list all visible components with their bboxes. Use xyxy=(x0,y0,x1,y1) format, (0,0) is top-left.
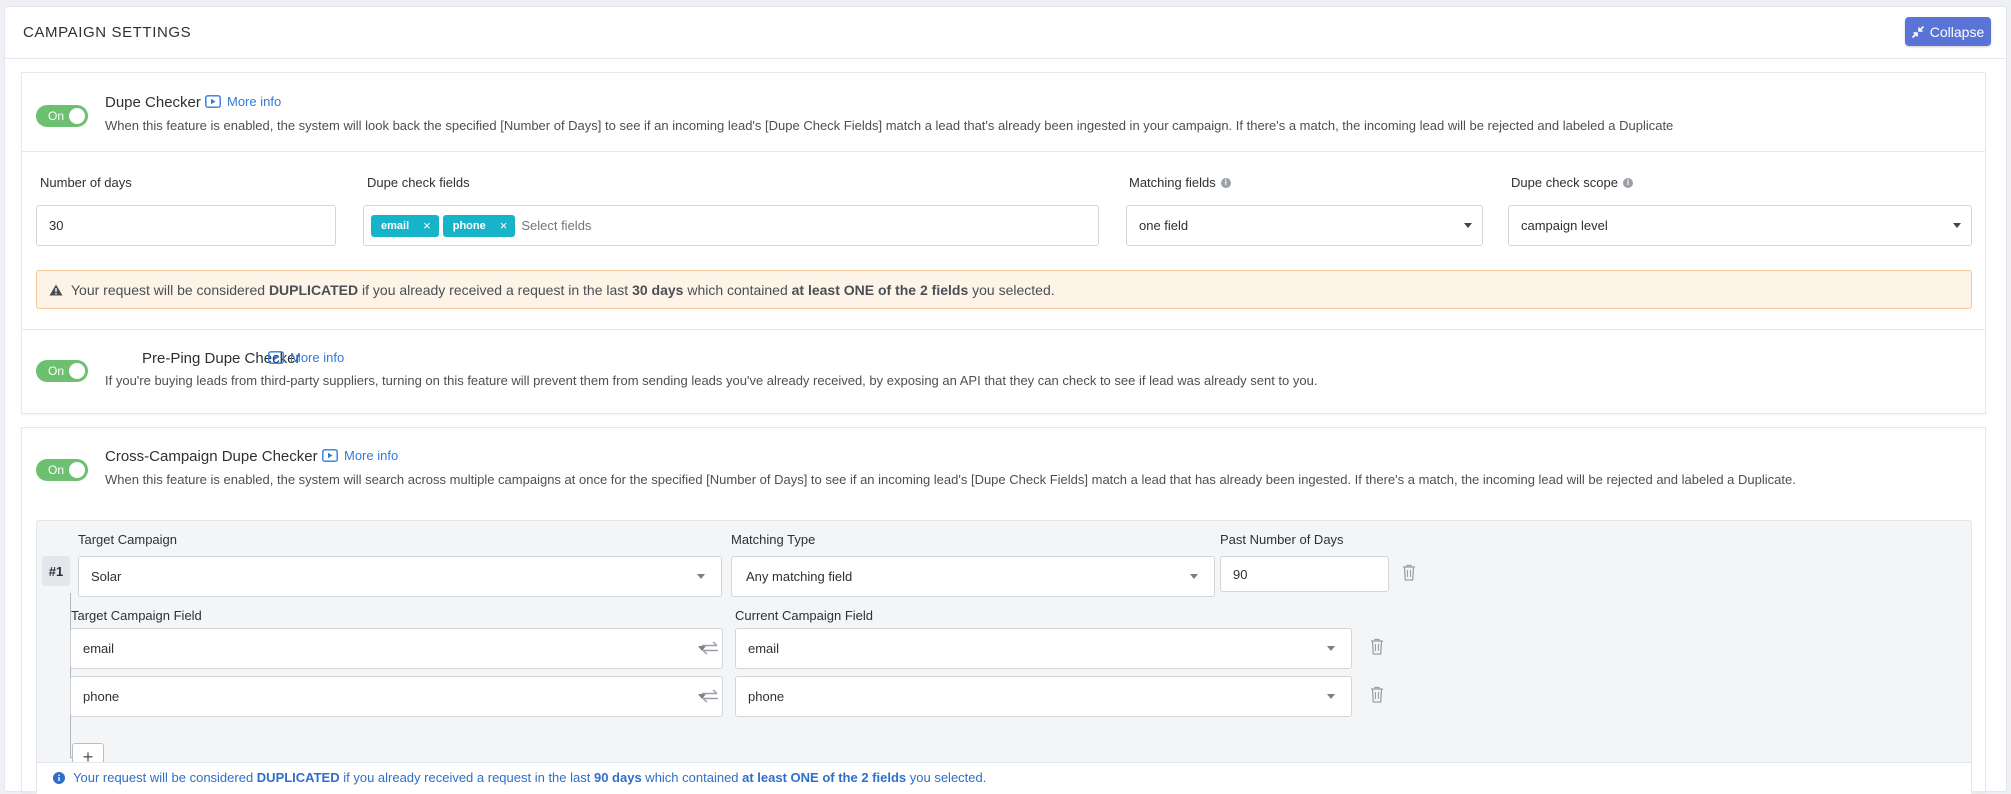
dupe-fields-multiselect[interactable]: email × phone × Select fields xyxy=(363,205,1099,246)
video-icon xyxy=(205,95,221,108)
info-icon xyxy=(53,771,65,784)
feature-description: If you're buying leads from third-party … xyxy=(105,373,1318,388)
compress-icon xyxy=(1911,25,1924,38)
scope-select[interactable]: campaign level xyxy=(1508,205,1972,246)
chevron-down-icon xyxy=(1327,694,1335,699)
page-title: CAMPAIGN SETTINGS xyxy=(23,24,192,41)
trash-icon[interactable] xyxy=(1370,638,1384,655)
matching-fields-select[interactable]: one field xyxy=(1126,205,1483,246)
collapse-label: Collapse xyxy=(1929,23,1985,40)
divider xyxy=(22,329,1985,330)
chevron-down-icon xyxy=(1327,646,1335,651)
feature-description: When this feature is enabled, the system… xyxy=(105,118,1674,133)
info-text: Your request will be considered DUPLICAT… xyxy=(73,770,987,785)
video-icon xyxy=(322,449,338,462)
current-field-value: email xyxy=(748,641,780,656)
current-field-select[interactable]: phone xyxy=(735,676,1352,717)
target-field-label: Target Campaign Field xyxy=(71,608,202,623)
matching-fields-label: Matching fields i xyxy=(1129,175,1231,190)
rule-number-badge: #1 xyxy=(42,556,70,586)
swap-icon xyxy=(702,641,718,655)
warning-text: Your request will be considered DUPLICAT… xyxy=(71,281,1055,298)
toggle-knob xyxy=(69,462,85,478)
duplicate-info: Your request will be considered DUPLICAT… xyxy=(53,770,986,785)
divider xyxy=(22,151,1985,152)
warning-icon xyxy=(49,284,63,295)
more-info-label: More info xyxy=(290,350,345,365)
past-days-input[interactable] xyxy=(1220,556,1389,592)
chevron-down-icon xyxy=(1953,223,1961,228)
collapse-button[interactable]: Collapse xyxy=(1905,17,1991,46)
current-field-label: Current Campaign Field xyxy=(735,608,874,623)
matching-type-select[interactable]: Any matching field xyxy=(731,556,1215,597)
video-icon xyxy=(268,351,284,364)
number-of-days-label: Number of days xyxy=(40,175,132,190)
matching-type-value: Any matching field xyxy=(746,569,853,584)
dupe-fields-label: Dupe check fields xyxy=(367,175,470,190)
remove-tag-icon[interactable]: × xyxy=(500,218,508,233)
toggle-label: On xyxy=(48,109,65,123)
past-days-label: Past Number of Days xyxy=(1220,532,1344,547)
more-info-label: More info xyxy=(227,94,282,109)
panel-header: CAMPAIGN SETTINGS Collapse xyxy=(5,7,2006,59)
target-field-value: phone xyxy=(83,689,120,704)
remove-tag-icon[interactable]: × xyxy=(423,218,431,233)
feature-title: Cross-Campaign Dupe Checker xyxy=(105,448,318,465)
matching-type-label: Matching Type xyxy=(731,532,816,547)
scope-value: campaign level xyxy=(1521,218,1608,233)
trash-icon[interactable] xyxy=(1402,564,1416,581)
chevron-down-icon xyxy=(697,574,705,579)
swap-icon xyxy=(702,689,718,703)
cross-campaign-card: On Cross-Campaign Dupe Checker More info… xyxy=(21,427,1986,794)
target-campaign-value: Solar xyxy=(91,569,122,584)
cross-campaign-toggle[interactable]: On xyxy=(36,459,88,481)
dupe-fields-placeholder: Select fields xyxy=(521,218,592,233)
info-icon: i xyxy=(1220,177,1231,188)
current-field-select[interactable]: email xyxy=(735,628,1352,669)
info-icon: i xyxy=(1622,177,1633,188)
target-field-select[interactable]: phone xyxy=(70,676,723,717)
toggle-knob xyxy=(69,363,85,379)
trash-icon[interactable] xyxy=(1370,686,1384,703)
current-field-value: phone xyxy=(748,689,785,704)
toggle-label: On xyxy=(48,364,65,378)
tag-email: email × xyxy=(371,214,439,237)
chevron-down-icon xyxy=(1190,574,1198,579)
tag-phone: phone × xyxy=(442,214,516,237)
more-info-label: More info xyxy=(344,448,399,463)
chevron-down-icon xyxy=(1464,223,1472,228)
matching-fields-value: one field xyxy=(1139,218,1189,233)
target-campaign-label: Target Campaign xyxy=(78,532,177,547)
toggle-label: On xyxy=(48,463,65,477)
target-field-select[interactable]: email xyxy=(70,628,723,669)
number-of-days-input[interactable] xyxy=(36,205,336,246)
target-field-value: email xyxy=(83,641,115,656)
target-campaign-select[interactable]: Solar xyxy=(78,556,722,597)
toggle-knob xyxy=(69,108,85,124)
dupe-checker-toggle[interactable]: On xyxy=(36,105,88,127)
more-info-link[interactable]: More info xyxy=(322,448,398,463)
duplicate-warning: Your request will be considered DUPLICAT… xyxy=(36,270,1972,309)
scope-label: Dupe check scope i xyxy=(1511,175,1633,190)
more-info-link[interactable]: More info xyxy=(205,94,281,109)
cross-campaign-rule: #1 Target Campaign Solar Matching Type A… xyxy=(36,520,1972,794)
feature-description: When this feature is enabled, the system… xyxy=(105,472,1796,487)
feature-title: Dupe Checker xyxy=(105,94,201,111)
dupe-checker-card: On Dupe Checker More info When this feat… xyxy=(21,72,1986,414)
pre-ping-toggle[interactable]: On xyxy=(36,360,88,382)
more-info-link[interactable]: More info xyxy=(268,350,344,365)
